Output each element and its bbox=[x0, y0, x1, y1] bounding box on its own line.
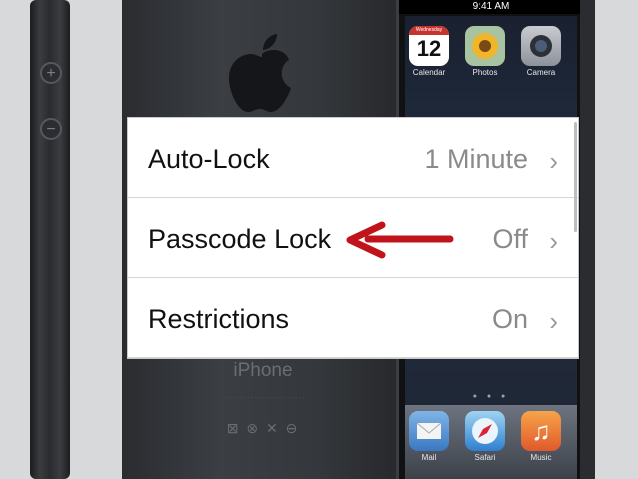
app-label: Mail bbox=[421, 453, 437, 462]
settings-row-restrictions[interactable]: Restrictions On › bbox=[128, 278, 578, 358]
app-label: Calendar bbox=[412, 68, 446, 77]
volume-down-button: − bbox=[40, 118, 62, 140]
row-value: Off bbox=[492, 224, 528, 254]
app-safari[interactable]: Safari bbox=[463, 411, 507, 462]
music-note-icon: ♫ bbox=[521, 411, 561, 451]
app-camera[interactable]: Camera bbox=[519, 26, 563, 77]
regulatory-text: · · · · · · · · · · · · · · · · · · · · … bbox=[221, 395, 305, 401]
app-label: Photos bbox=[472, 68, 498, 77]
app-music[interactable]: ♫ Music bbox=[519, 411, 563, 462]
row-label: Auto-Lock bbox=[148, 144, 270, 174]
calendar-icon: Wednesday 12 bbox=[409, 26, 449, 66]
calendar-day-number: 12 bbox=[416, 36, 442, 61]
sunflower-icon bbox=[465, 26, 505, 66]
apple-logo-icon bbox=[229, 34, 291, 112]
phone-side-view: + − bbox=[30, 0, 70, 479]
compass-icon bbox=[465, 411, 505, 451]
row-value: On bbox=[491, 304, 528, 334]
app-label: Safari bbox=[474, 453, 496, 462]
app-calendar[interactable]: Wednesday 12 Calendar bbox=[407, 26, 451, 77]
page-indicator: ● ● ● bbox=[472, 393, 510, 400]
dock: Mail Safari ♫ Music bbox=[405, 405, 577, 479]
red-arrow-annotation bbox=[346, 221, 454, 259]
status-time: 9:41 AM bbox=[472, 1, 510, 12]
row-label: Passcode Lock bbox=[148, 224, 332, 254]
calendar-day-name: Wednesday bbox=[409, 26, 449, 35]
status-bar: 9:41 AM bbox=[399, 0, 583, 14]
settings-row-auto-lock[interactable]: Auto-Lock 1 Minute › bbox=[128, 118, 578, 198]
chevron-right-icon: › bbox=[549, 226, 558, 256]
camera-icon bbox=[521, 26, 561, 66]
settings-panel: Auto-Lock 1 Minute › Passcode Lock Off ›… bbox=[128, 118, 578, 358]
app-label: Music bbox=[530, 453, 552, 462]
scroll-indicator bbox=[574, 122, 577, 232]
iphone-wordmark: iPhone bbox=[233, 360, 293, 381]
mail-icon bbox=[409, 411, 449, 451]
app-mail[interactable]: Mail bbox=[407, 411, 451, 462]
app-label: Camera bbox=[526, 68, 556, 77]
phone-right-frame bbox=[580, 0, 595, 479]
chevron-right-icon: › bbox=[549, 146, 558, 176]
row-value: 1 Minute bbox=[424, 144, 528, 174]
volume-up-button: + bbox=[40, 62, 62, 84]
chevron-right-icon: › bbox=[549, 306, 558, 336]
row-label: Restrictions bbox=[148, 304, 290, 334]
app-photos[interactable]: Photos bbox=[463, 26, 507, 77]
certification-marks: ⊠ ⊗ ✕ ⊖ bbox=[226, 420, 300, 436]
